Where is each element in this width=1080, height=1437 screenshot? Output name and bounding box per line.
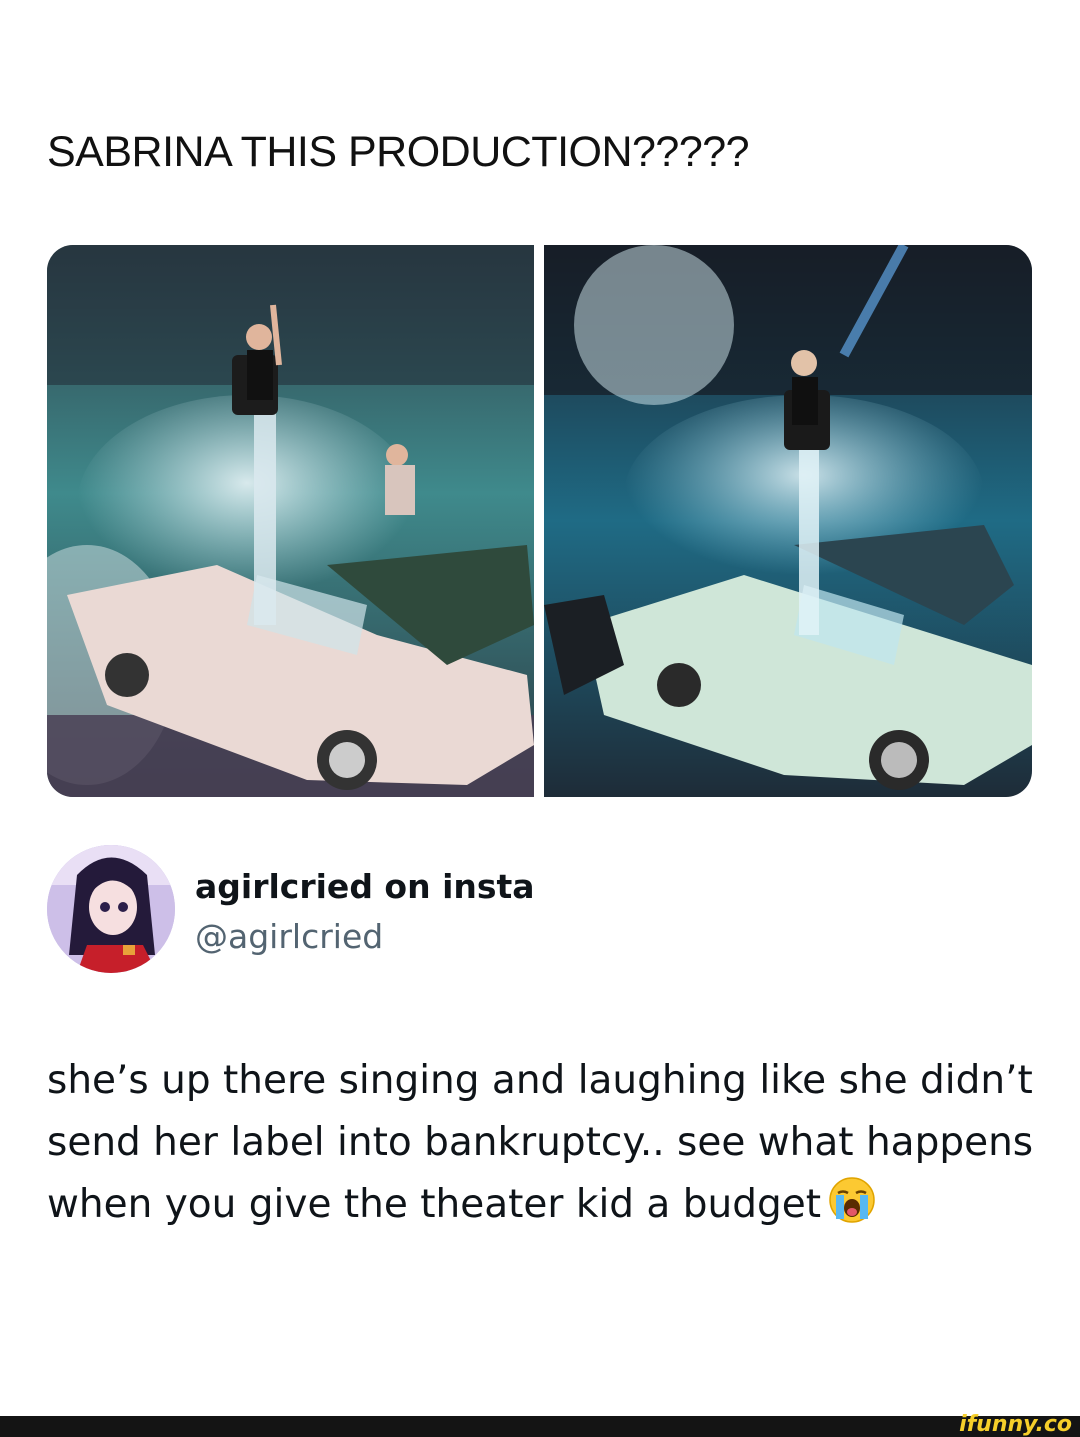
avatar[interactable] — [47, 845, 175, 973]
tweet-author[interactable]: agirlcried on insta @agirlcried — [47, 845, 947, 975]
post-caption: SABRINA THIS PRODUCTION????? — [47, 128, 750, 176]
avatar-image — [47, 845, 175, 973]
photo-gallery[interactable] — [47, 245, 1032, 797]
footer-bar: ifunny.co — [0, 1412, 1080, 1437]
user-handle[interactable]: @agirlcried — [195, 917, 383, 956]
tweet-text: she’s up there singing and laughing like… — [47, 1058, 1034, 1227]
loudly-crying-face-icon — [829, 1177, 875, 1223]
concert-photo-right-image — [544, 245, 1032, 797]
concert-photo-left[interactable] — [47, 245, 534, 797]
tweet-body: she’s up there singing and laughing like… — [47, 1050, 1037, 1236]
display-name[interactable]: agirlcried on insta — [195, 867, 535, 906]
concert-photo-left-image — [47, 245, 534, 797]
ifunny-watermark[interactable]: ifunny.co — [959, 1412, 1072, 1437]
concert-photo-right[interactable] — [544, 245, 1032, 797]
